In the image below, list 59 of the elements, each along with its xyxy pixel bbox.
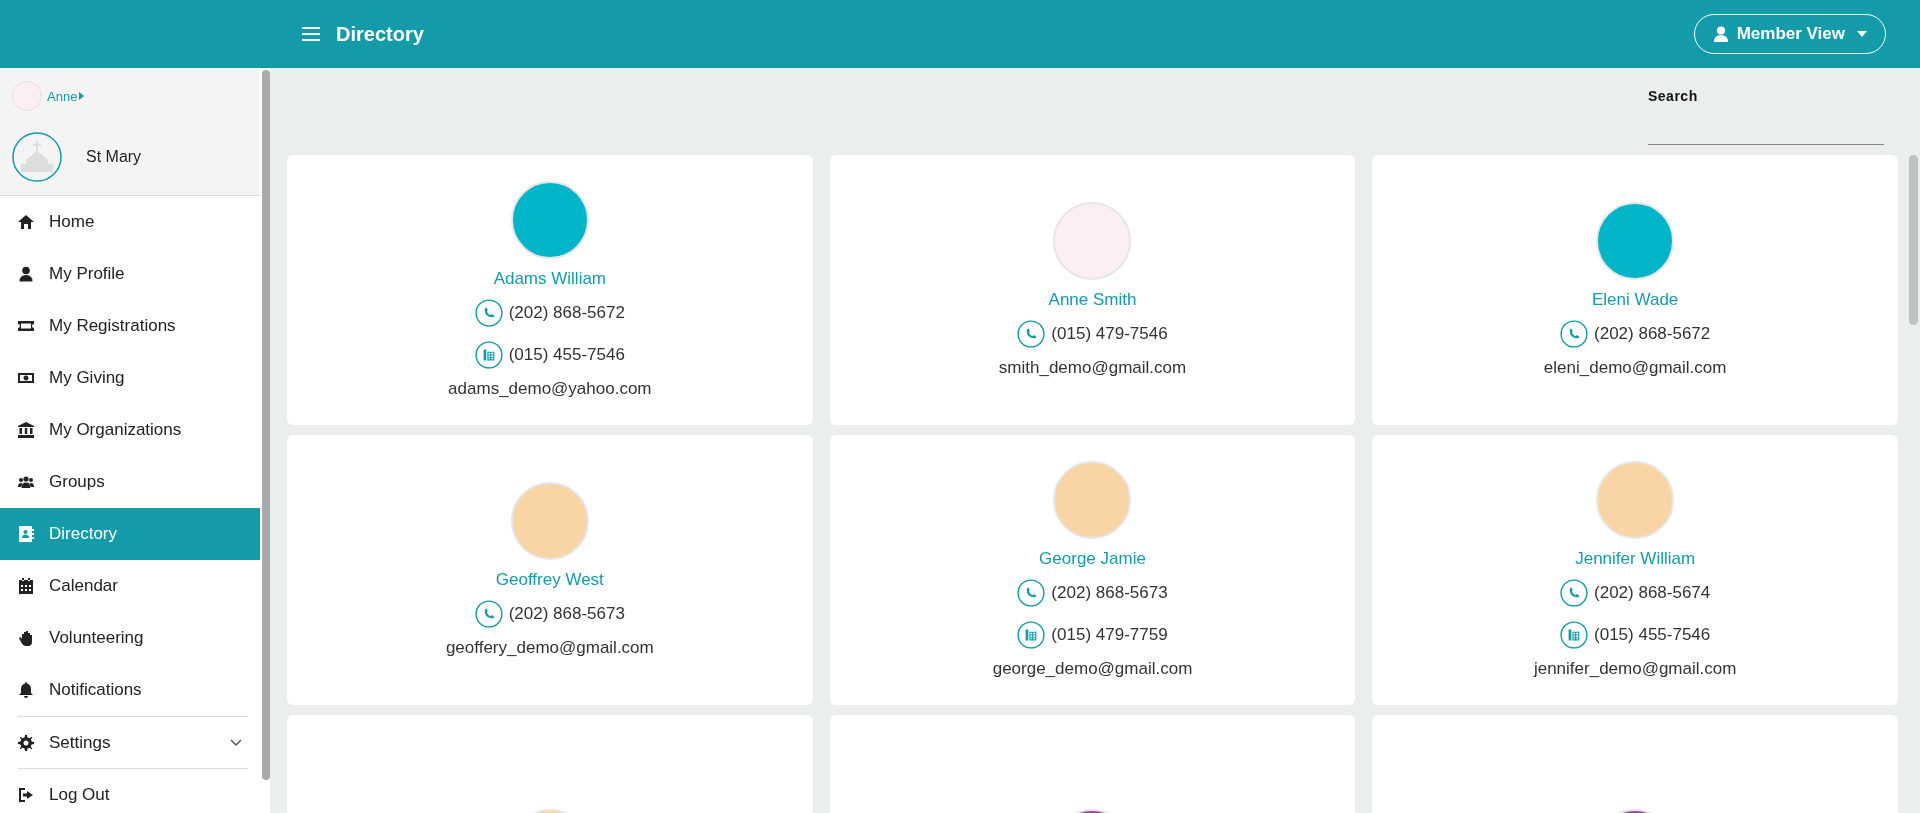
user-icon: [1712, 26, 1729, 42]
avatar-icon: [12, 81, 42, 111]
phone-icon: [1017, 579, 1046, 607]
phone-number: (202) 868-5674: [1594, 583, 1711, 603]
sidebar-item[interactable]: My Registrations: [0, 300, 260, 352]
gear-icon: [18, 734, 34, 751]
phone-number: (202) 868-5673: [508, 604, 625, 624]
email-address: geoffery_demo@gmail.com: [445, 638, 654, 658]
phone-icon: [1017, 320, 1046, 348]
phone-number: (202) 868-5673: [1051, 583, 1168, 603]
phone-icon: [1560, 320, 1589, 348]
sidebar-item[interactable]: Calendar: [0, 560, 260, 612]
phone-number: (202) 868-5672: [508, 303, 625, 323]
page-title: Directory: [336, 22, 424, 46]
hand-icon: [18, 630, 34, 646]
bell-icon: [18, 682, 34, 698]
chevron-icon[interactable]: [230, 738, 242, 747]
fax-number: (015) 455-7546: [1594, 625, 1711, 645]
sidebar-item[interactable]: Settings: [18, 716, 248, 768]
email-address: george_demo@gmail.com: [992, 659, 1193, 679]
phone-icon: [474, 299, 503, 327]
caret-icon[interactable]: [79, 92, 85, 100]
phone-number: (015) 479-7546: [1051, 324, 1168, 344]
sidebar-item[interactable]: Volunteering: [0, 612, 260, 664]
fax-number: (015) 479-7759: [1051, 625, 1168, 645]
contact-icon: [18, 526, 34, 542]
sidebar-item[interactable]: Groups: [0, 456, 260, 508]
users-icon: [18, 474, 34, 490]
money-icon: [18, 370, 34, 386]
sidebar-item[interactable]: My Giving: [0, 352, 260, 404]
search-label: Search: [1648, 88, 1699, 104]
calendar-icon: [18, 578, 34, 594]
logout-icon: [18, 786, 34, 803]
sidebar-item[interactable]: My Profile: [0, 248, 260, 300]
phone-icon: [474, 600, 503, 628]
caret-icon: [1857, 31, 1867, 37]
phone-number: (202) 868-5672: [1594, 324, 1711, 344]
fax-icon: [1560, 621, 1589, 649]
ticket-icon: [18, 318, 34, 334]
scrollbar[interactable]: [1909, 155, 1918, 325]
sidebar-item[interactable]: My Organizations: [0, 404, 260, 456]
email-address: jennifer_demo@gmail.com: [1533, 659, 1737, 679]
user-icon: [18, 266, 34, 282]
scrollbar[interactable]: [262, 70, 270, 780]
fax-icon: [474, 341, 503, 369]
email-address: smith_demo@gmail.com: [998, 358, 1187, 378]
fax-icon: [1017, 621, 1046, 649]
sidebar-item[interactable]: Log Out: [18, 768, 248, 813]
email-address: eleni_demo@gmail.com: [1543, 358, 1727, 378]
organization-name: St Mary: [86, 148, 142, 166]
home-icon: [18, 214, 34, 230]
menu-icon[interactable]: [302, 27, 320, 41]
bank-icon: [18, 422, 34, 438]
phone-icon: [1560, 579, 1589, 607]
sidebar-item[interactable]: Home: [0, 196, 260, 248]
church-icon: [12, 132, 62, 182]
sidebar-item[interactable]: Notifications: [0, 664, 260, 716]
fax-number: (015) 455-7546: [508, 345, 625, 365]
email-address: adams_demo@yahoo.com: [448, 379, 652, 399]
